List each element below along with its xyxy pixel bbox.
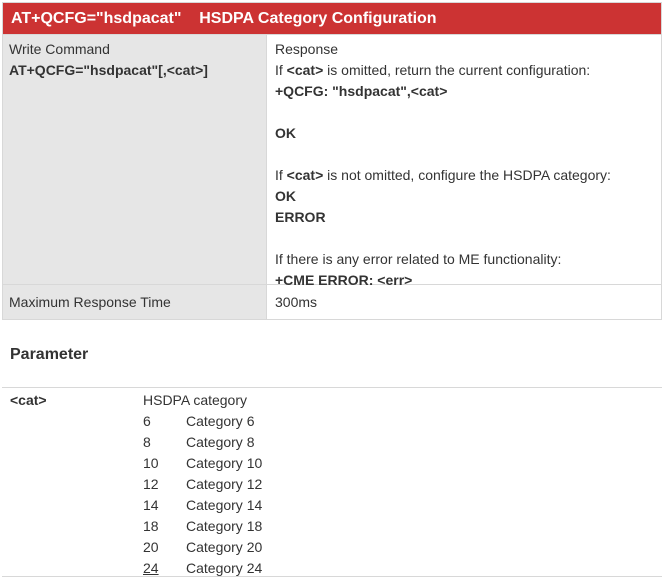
- parameter-value-code: 12: [143, 476, 159, 492]
- parameter-value-label: Category 14: [186, 497, 263, 513]
- max-response-time-value: 300ms: [275, 294, 318, 310]
- condition-prefix: If: [275, 62, 287, 78]
- parameter-value-code: 20: [143, 539, 159, 555]
- parameter-value-label: Category 18: [186, 518, 263, 534]
- parameter-value-row: 6 Category 6: [143, 411, 262, 432]
- response-error: ERROR: [275, 209, 326, 225]
- parameter-value-row: 20 Category 20: [143, 537, 262, 558]
- response-label: Response: [275, 41, 339, 57]
- condition-param: <cat>: [286, 167, 324, 183]
- parameter-value-row: 8 Category 8: [143, 432, 262, 453]
- response-ok: OK: [275, 188, 296, 204]
- condition-suffix: is omitted, return the current configura…: [323, 62, 591, 78]
- parameter-value-row: 14 Category 14: [143, 495, 262, 516]
- write-command-row: Write Command AT+QCFG="hsdpacat"[,<cat>]…: [3, 34, 661, 288]
- parameter-values: 6 Category 6 8 Category 8 10 Category 10 12 Cat…: [143, 411, 262, 579]
- parameter-table: <cat> HSDPA category 6 Category 6 8 Categor…: [2, 387, 662, 577]
- parameter-value-row: 12 Category 12: [143, 474, 262, 495]
- max-response-time-label: Maximum Response Time: [3, 285, 267, 319]
- response-qcfg: +QCFG: "hsdpacat",<cat>: [275, 83, 448, 99]
- parameter-value-row: 18 Category 18: [143, 516, 262, 537]
- parameter-value-label: Category 8: [186, 434, 255, 450]
- response-set-condition: If <cat> is not omitted, configure the H…: [275, 165, 653, 186]
- response-me-note: If there is any error related to ME func…: [275, 251, 562, 267]
- parameter-name: <cat>: [10, 392, 47, 408]
- parameter-heading: Parameter: [10, 346, 89, 363]
- write-command-syntax: AT+QCFG="hsdpacat"[,<cat>]: [9, 62, 208, 78]
- parameter-value-row: 24 Category 24: [143, 558, 262, 579]
- parameter-value-label: Category 6: [186, 413, 255, 429]
- parameter-value-code: 18: [143, 518, 159, 534]
- response-ok: OK: [275, 125, 296, 141]
- parameter-value-label: Category 20: [186, 539, 263, 555]
- parameter-description: HSDPA category: [143, 392, 248, 408]
- write-command-label: Write Command: [9, 41, 110, 57]
- response-cell: Response If <cat> is omitted, return the…: [267, 35, 661, 288]
- parameter-value-code: 6: [143, 413, 151, 429]
- parameter-value-label: Category 24: [186, 560, 263, 576]
- response-omit-condition: If <cat> is omitted, return the current …: [275, 60, 653, 81]
- condition-suffix: is not omitted, configure the HSDPA cate…: [323, 167, 611, 183]
- max-response-time-row: Maximum Response Time 300ms: [3, 284, 661, 319]
- parameter-value-row: 10 Category 10: [143, 453, 262, 474]
- command-title: AT+QCFG="hsdpacat" HSDPA Category Config…: [3, 3, 661, 34]
- condition-param: <cat>: [286, 62, 324, 78]
- parameter-value-code: 24: [143, 560, 159, 576]
- parameter-value-label: Category 10: [186, 455, 263, 471]
- parameter-value-code: 8: [143, 434, 151, 450]
- command-table: AT+QCFG="hsdpacat" HSDPA Category Config…: [2, 2, 662, 320]
- parameter-value-code: 10: [143, 455, 159, 471]
- parameter-value-label: Category 12: [186, 476, 263, 492]
- write-command-cell: Write Command AT+QCFG="hsdpacat"[,<cat>]: [3, 35, 267, 284]
- condition-prefix: If: [275, 167, 287, 183]
- parameter-value-code: 14: [143, 497, 159, 513]
